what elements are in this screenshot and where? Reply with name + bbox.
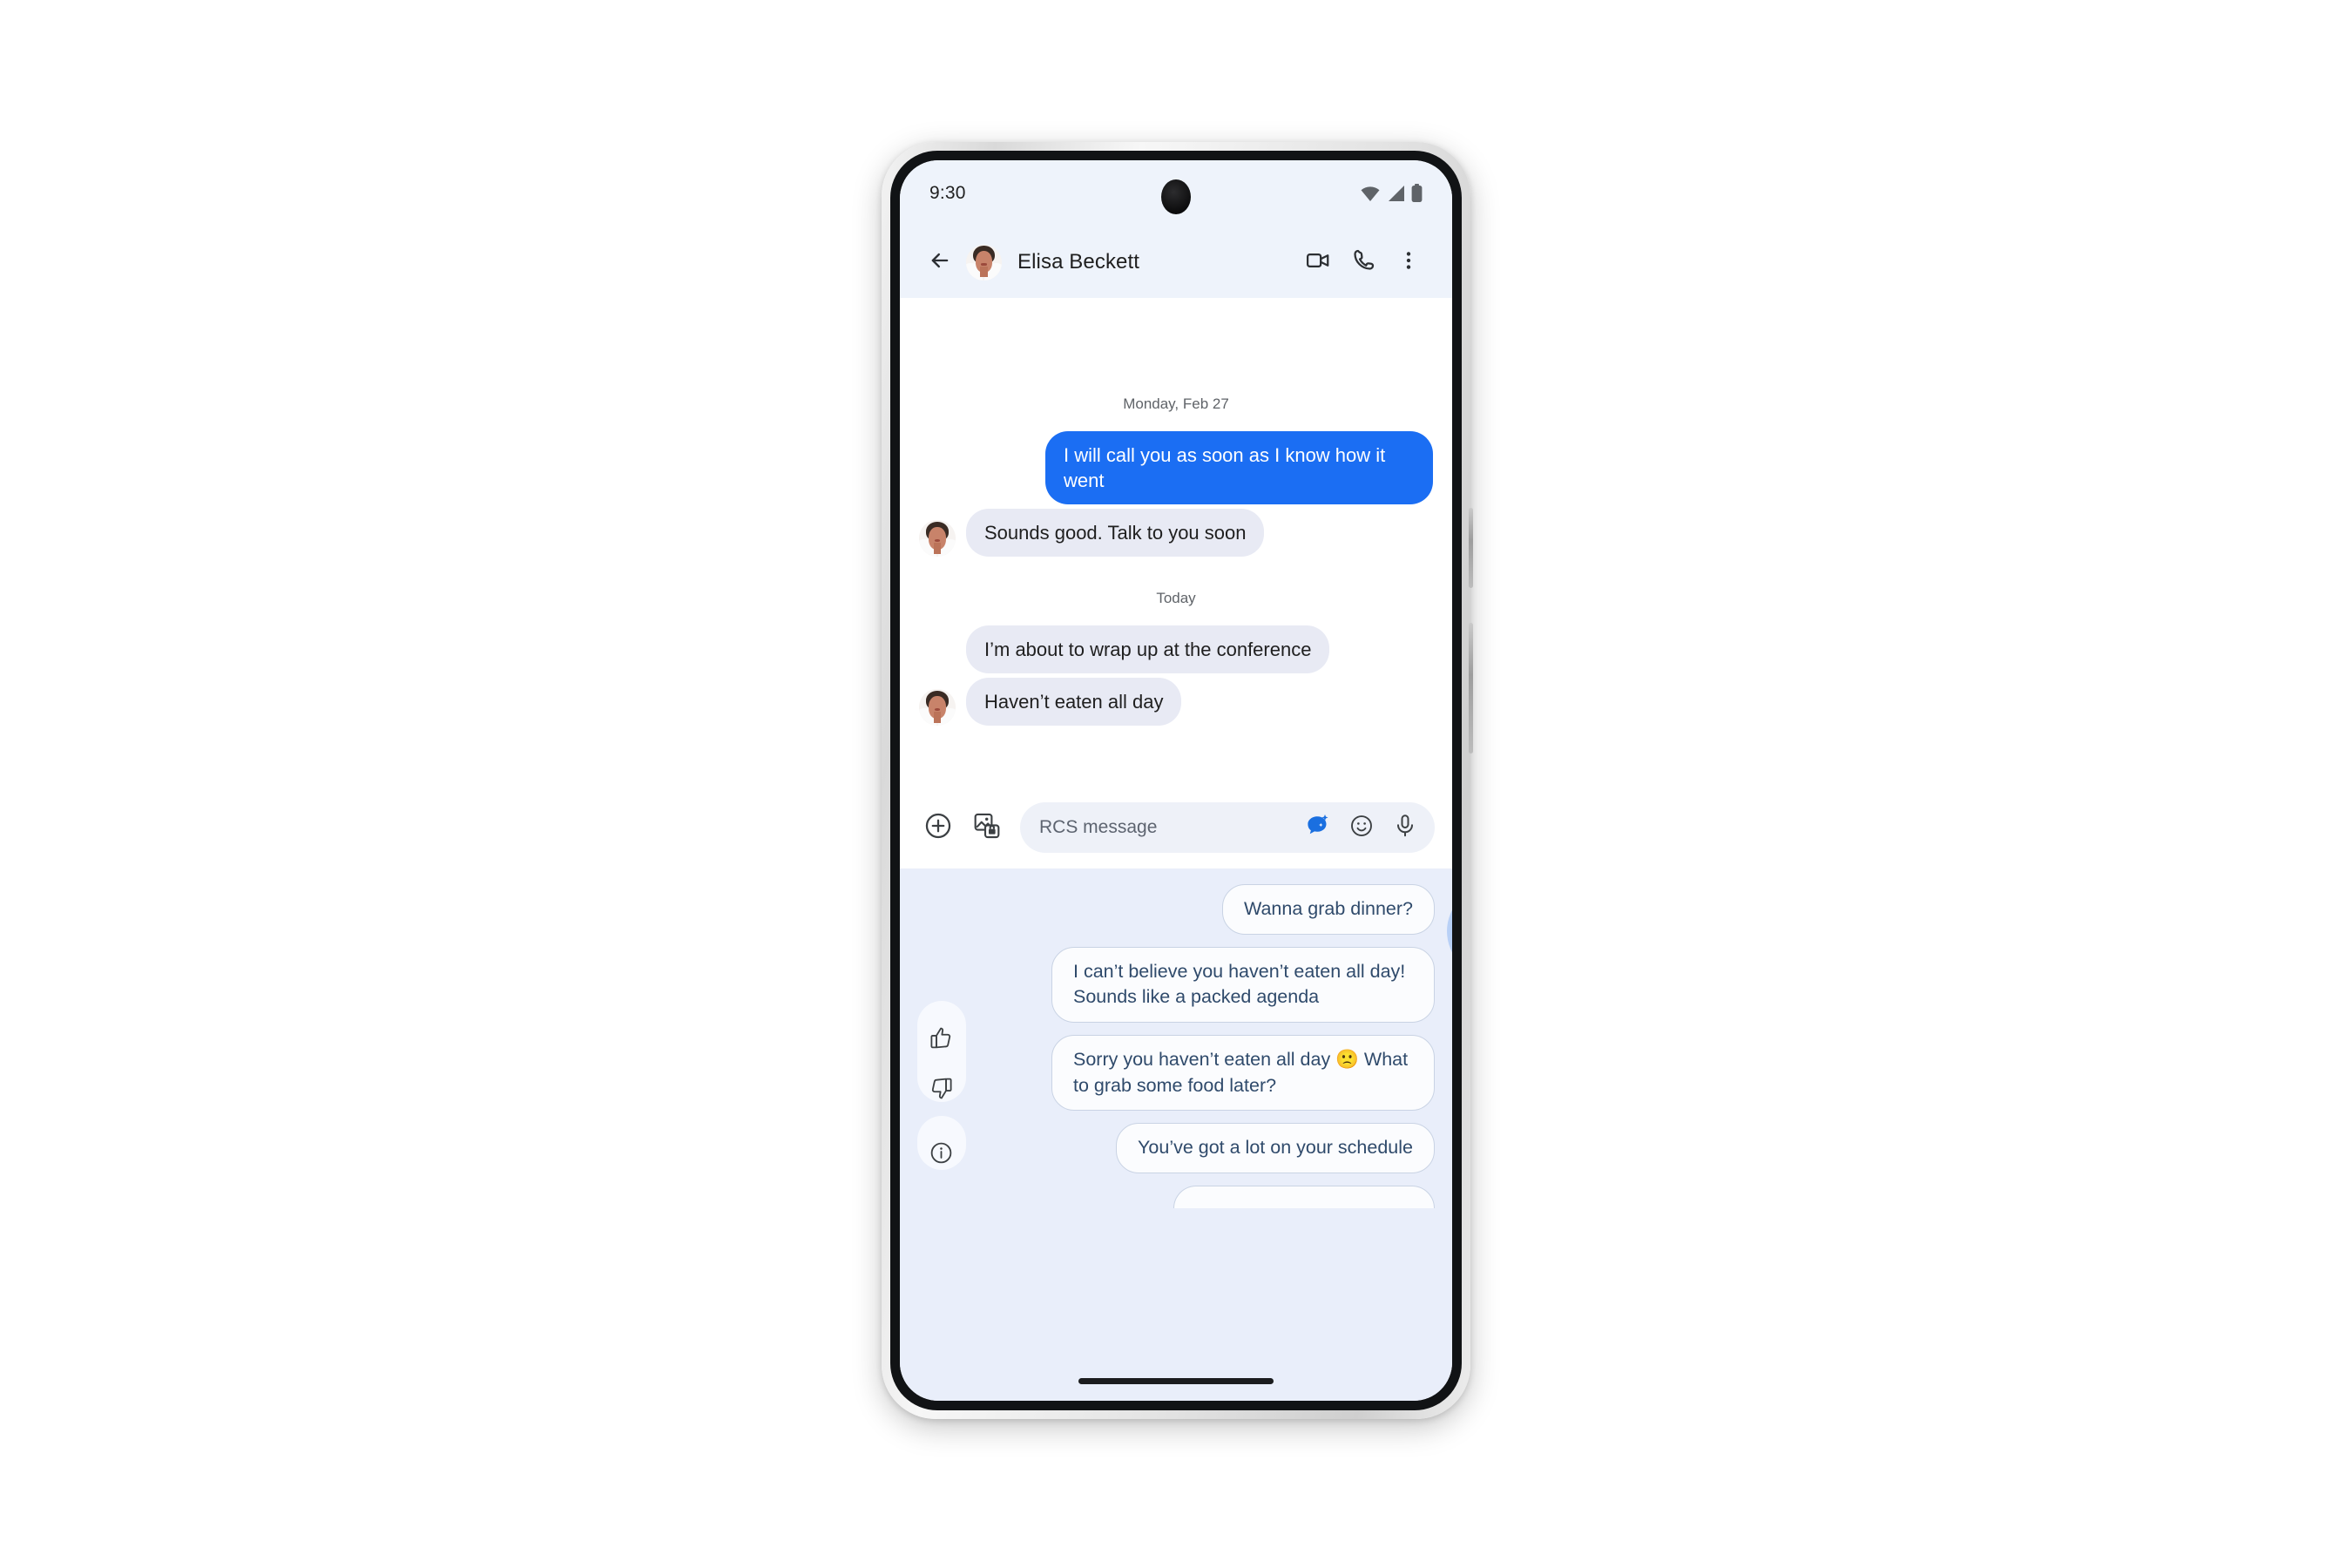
suggestion-chip-wrapper: Wanna grab dinner? bbox=[1221, 884, 1452, 977]
tap-indicator-ripple bbox=[1446, 886, 1452, 977]
contact-avatar[interactable] bbox=[966, 244, 1002, 280]
cellular-signal-icon bbox=[1387, 185, 1405, 202]
date-divider-today: Today bbox=[1156, 590, 1196, 607]
date-divider-past: Monday, Feb 27 bbox=[1123, 395, 1229, 412]
back-button[interactable] bbox=[919, 241, 961, 283]
voice-input-button[interactable] bbox=[1386, 808, 1424, 847]
message-thread[interactable]: Monday, Feb 27 I will call you as soon a… bbox=[900, 298, 1452, 790]
gallery-button[interactable] bbox=[966, 807, 1008, 848]
message-bubble-received[interactable]: Sounds good. Talk to you soon bbox=[966, 509, 1265, 558]
message-row-incoming: Sounds good. Talk to you soon bbox=[900, 509, 1452, 558]
magic-compose-sparkle-icon bbox=[1305, 813, 1331, 843]
voice-call-icon bbox=[1350, 247, 1376, 278]
volume-rocker-button[interactable] bbox=[1469, 623, 1473, 754]
status-icon-group bbox=[1360, 184, 1423, 203]
image-picker-icon bbox=[972, 811, 1002, 845]
message-row-incoming: I’m about to wrap up at the conference bbox=[900, 625, 1452, 674]
message-bubble-sent[interactable]: I will call you as soon as I know how it… bbox=[1045, 431, 1433, 505]
power-button[interactable] bbox=[1469, 508, 1473, 588]
wifi-icon bbox=[1360, 185, 1381, 202]
contact-name: Elisa Beckett bbox=[1017, 250, 1140, 274]
smart-reply-suggestions-panel: Wanna grab dinner? I can’t believe you h… bbox=[900, 868, 1452, 1361]
suggestion-chip[interactable]: I can’t believe you haven’t eaten all da… bbox=[1051, 946, 1435, 1023]
screenshot-canvas: 9:30 Elisa Beckett Monday, Feb 27 I will… bbox=[0, 0, 2352, 1568]
attach-button[interactable] bbox=[917, 807, 959, 848]
back-arrow-icon bbox=[928, 248, 952, 277]
avatar-photo bbox=[966, 244, 1002, 280]
overflow-menu-icon bbox=[1397, 249, 1420, 276]
suggestion-chip[interactable]: You’ve got a lot on your schedule bbox=[1116, 1123, 1435, 1173]
overflow-menu-button[interactable] bbox=[1388, 241, 1429, 283]
message-row-outgoing: I will call you as soon as I know how it… bbox=[900, 431, 1452, 505]
system-navigation-bar bbox=[900, 1361, 1452, 1401]
thumbs-down-button[interactable] bbox=[916, 1065, 965, 1116]
suggestion-chip[interactable]: Wanna grab dinner? bbox=[1221, 884, 1435, 935]
sender-avatar[interactable] bbox=[919, 520, 956, 558]
video-call-button[interactable] bbox=[1297, 241, 1339, 283]
suggestion-chip[interactable]: Sorry you haven’t eaten all day 🙁 What t… bbox=[1051, 1034, 1435, 1112]
message-row-incoming: Haven’t eaten all day bbox=[900, 678, 1452, 727]
suggestion-chip-partial[interactable] bbox=[1173, 1185, 1435, 1208]
suggestion-feedback-column bbox=[912, 882, 970, 1361]
message-bubble-received[interactable]: I’m about to wrap up at the conference bbox=[966, 625, 1330, 674]
suggestion-chip-list: Wanna grab dinner? I can’t believe you h… bbox=[970, 882, 1452, 1361]
microphone-icon bbox=[1392, 813, 1418, 843]
front-camera-punch-hole bbox=[1161, 179, 1191, 214]
voice-call-button[interactable] bbox=[1342, 241, 1384, 283]
message-input-placeholder: RCS message bbox=[1039, 817, 1158, 837]
thumbs-up-icon bbox=[929, 1025, 954, 1055]
emoji-button[interactable] bbox=[1342, 808, 1381, 847]
message-bubble-received[interactable]: Haven’t eaten all day bbox=[966, 678, 1182, 727]
avatar-photo bbox=[919, 520, 956, 558]
avatar-placeholder bbox=[919, 637, 956, 673]
emoji-smiley-icon bbox=[1348, 813, 1375, 843]
sender-avatar[interactable] bbox=[919, 689, 956, 727]
avatar-photo bbox=[919, 689, 956, 727]
header-action-group bbox=[1297, 241, 1429, 283]
status-clock: 9:30 bbox=[929, 183, 966, 203]
conversation-header: Elisa Beckett bbox=[900, 226, 1452, 298]
status-bar: 9:30 bbox=[900, 160, 1452, 226]
thumbs-up-button[interactable] bbox=[916, 1015, 965, 1065]
phone-device-frame: 9:30 Elisa Beckett Monday, Feb 27 I will… bbox=[882, 142, 1473, 1419]
info-icon bbox=[929, 1140, 954, 1170]
phone-screen: 9:30 Elisa Beckett Monday, Feb 27 I will… bbox=[900, 160, 1452, 1401]
message-input-field[interactable]: RCS message bbox=[1020, 802, 1435, 853]
suggestions-info-button[interactable] bbox=[916, 1130, 965, 1180]
video-call-icon bbox=[1305, 247, 1331, 278]
thumbs-down-icon bbox=[929, 1076, 954, 1105]
plus-circle-icon bbox=[923, 811, 953, 845]
home-gesture-bar[interactable] bbox=[1078, 1377, 1274, 1384]
message-composer: RCS message bbox=[900, 790, 1452, 868]
battery-icon bbox=[1411, 184, 1423, 203]
magic-compose-button[interactable] bbox=[1299, 808, 1337, 847]
phone-bezel: 9:30 Elisa Beckett Monday, Feb 27 I will… bbox=[890, 151, 1462, 1410]
